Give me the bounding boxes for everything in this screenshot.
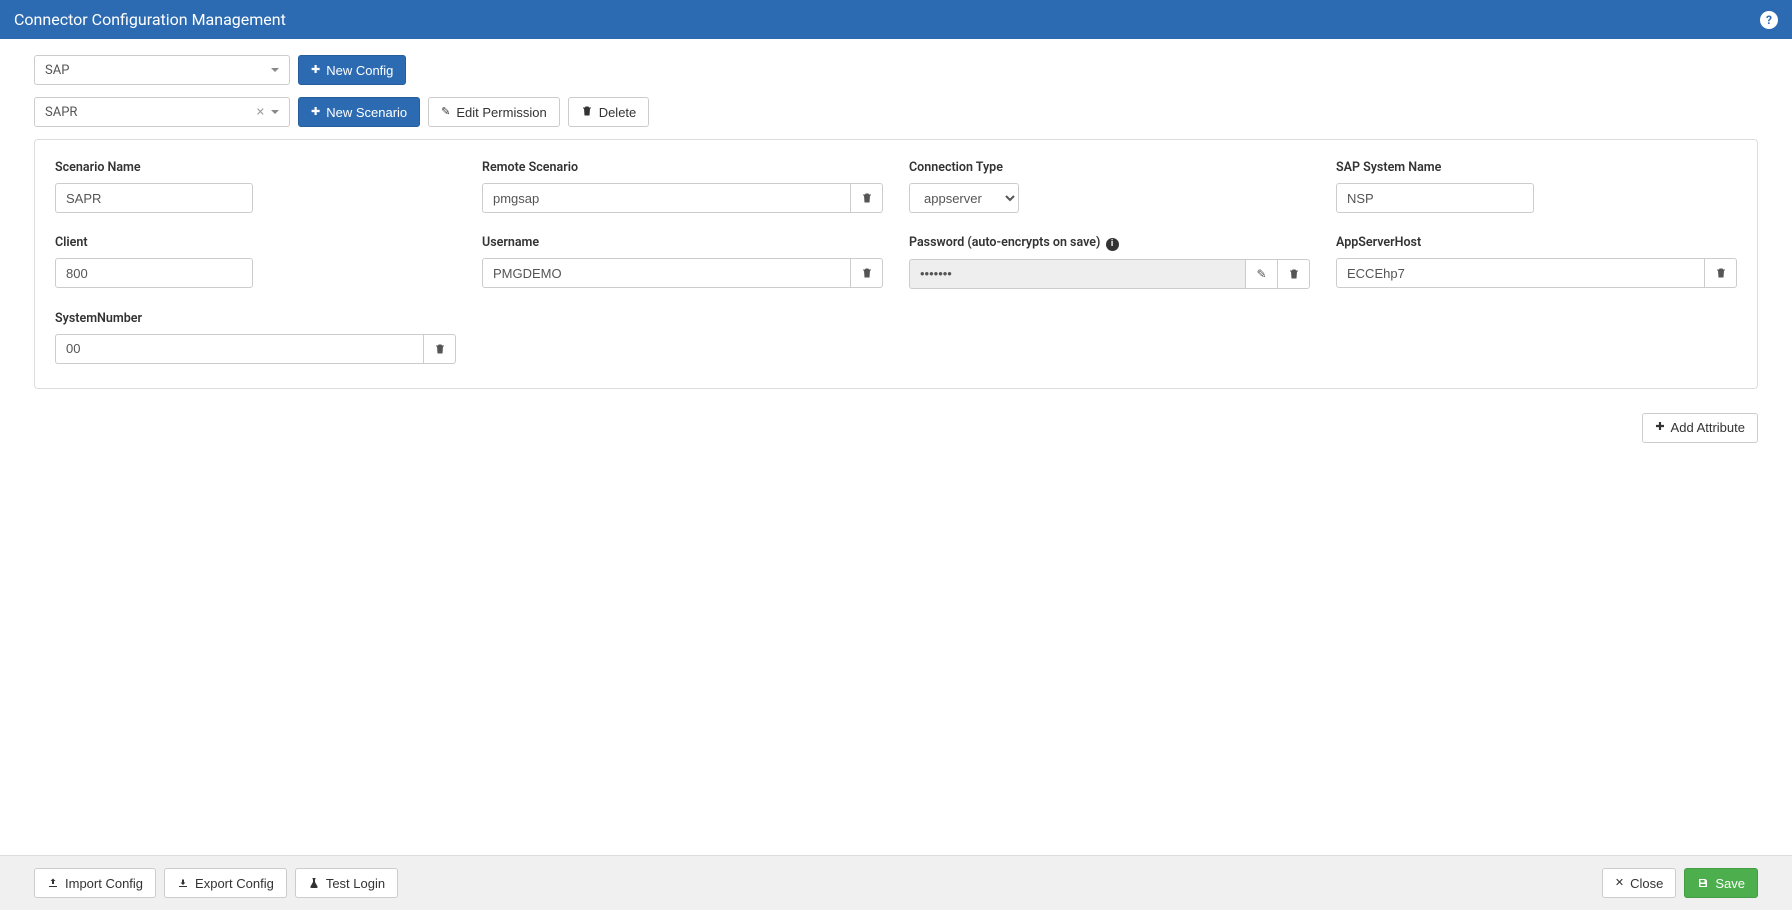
trash-icon [581, 105, 593, 120]
sap-system-name-field: SAP System Name [1336, 160, 1737, 213]
config-toolbar: SAP ✚ New Config [34, 55, 1758, 85]
trash-icon [434, 343, 446, 355]
import-config-button[interactable]: Import Config [34, 868, 156, 898]
scenario-name-field: Scenario Name [55, 160, 456, 213]
scenario-select[interactable]: SAPR ✕ [34, 97, 290, 127]
delete-label: Delete [599, 105, 637, 120]
new-scenario-label: New Scenario [326, 105, 407, 120]
flask-icon [308, 877, 320, 889]
app-server-host-input[interactable] [1336, 258, 1705, 288]
import-config-label: Import Config [65, 876, 143, 891]
client-input[interactable] [55, 258, 253, 288]
connection-type-label: Connection Type [909, 160, 1310, 175]
password-delete-button[interactable] [1278, 259, 1310, 289]
plus-icon: ✚ [1655, 422, 1664, 433]
client-field: Client [55, 235, 456, 289]
edit-permission-label: Edit Permission [456, 105, 546, 120]
help-icon[interactable]: ? [1760, 11, 1778, 29]
add-attribute-row: ✚ Add Attribute [34, 413, 1758, 443]
pencil-icon: ✎ [441, 107, 450, 118]
save-label: Save [1715, 876, 1745, 891]
password-input[interactable] [909, 259, 1246, 289]
close-icon: ✕ [1615, 878, 1624, 889]
save-button[interactable]: Save [1684, 868, 1758, 898]
new-config-button[interactable]: ✚ New Config [298, 55, 406, 85]
config-select[interactable]: SAP [34, 55, 290, 85]
test-login-label: Test Login [326, 876, 385, 891]
config-select-value: SAP [45, 63, 69, 78]
page-header: Connector Configuration Management ? [0, 0, 1792, 39]
username-field: Username [482, 235, 883, 289]
save-icon [1697, 877, 1709, 889]
scenario-panel: Scenario Name Remote Scenario Connection… [34, 139, 1758, 389]
footer-left: Import Config Export Config Test Login [34, 868, 398, 898]
page-title: Connector Configuration Management [14, 10, 286, 29]
trash-icon [1288, 268, 1300, 280]
trash-icon [861, 192, 873, 204]
username-input[interactable] [482, 258, 851, 288]
close-button[interactable]: ✕ Close [1602, 868, 1676, 898]
delete-button[interactable]: Delete [568, 97, 650, 127]
new-config-label: New Config [326, 63, 393, 78]
trash-icon [1715, 267, 1727, 279]
edit-permission-button[interactable]: ✎ Edit Permission [428, 97, 560, 127]
export-config-button[interactable]: Export Config [164, 868, 287, 898]
client-label: Client [55, 235, 456, 250]
plus-icon: ✚ [311, 65, 320, 76]
remote-scenario-delete-button[interactable] [851, 183, 883, 213]
export-config-label: Export Config [195, 876, 274, 891]
app-server-host-label: AppServerHost [1336, 235, 1737, 250]
sap-system-name-input[interactable] [1336, 183, 1534, 213]
fields-grid: Scenario Name Remote Scenario Connection… [55, 160, 1737, 364]
content-area: SAP ✚ New Config SAPR ✕ ✚ New Scenario ✎… [0, 39, 1792, 543]
chevron-down-icon [271, 110, 279, 114]
test-login-button[interactable]: Test Login [295, 868, 398, 898]
footer: Import Config Export Config Test Login ✕… [0, 855, 1792, 910]
remote-scenario-label: Remote Scenario [482, 160, 883, 175]
new-scenario-button[interactable]: ✚ New Scenario [298, 97, 420, 127]
close-label: Close [1630, 876, 1663, 891]
scenario-toolbar: SAPR ✕ ✚ New Scenario ✎ Edit Permission … [34, 97, 1758, 127]
username-delete-button[interactable] [851, 258, 883, 288]
remote-scenario-field: Remote Scenario [482, 160, 883, 213]
pencil-icon: ✎ [1256, 267, 1266, 281]
system-number-label: SystemNumber [55, 311, 456, 326]
sap-system-name-label: SAP System Name [1336, 160, 1737, 175]
trash-icon [861, 267, 873, 279]
clear-scenario-icon[interactable]: ✕ [256, 106, 265, 119]
add-attribute-label: Add Attribute [1671, 420, 1745, 435]
password-label: Password (auto-encrypts on save) i [909, 235, 1310, 251]
info-icon[interactable]: i [1106, 238, 1119, 251]
add-attribute-button[interactable]: ✚ Add Attribute [1642, 413, 1758, 443]
upload-icon [47, 877, 59, 889]
system-number-delete-button[interactable] [424, 334, 456, 364]
app-server-host-field: AppServerHost [1336, 235, 1737, 289]
system-number-field: SystemNumber [55, 311, 456, 364]
chevron-down-icon [271, 68, 279, 72]
plus-icon: ✚ [311, 107, 320, 118]
username-label: Username [482, 235, 883, 250]
app-server-host-delete-button[interactable] [1705, 258, 1737, 288]
connection-type-field: Connection Type appserver [909, 160, 1310, 213]
download-icon [177, 877, 189, 889]
scenario-name-label: Scenario Name [55, 160, 456, 175]
footer-right: ✕ Close Save [1602, 868, 1758, 898]
system-number-input[interactable] [55, 334, 424, 364]
scenario-name-input[interactable] [55, 183, 253, 213]
connection-type-select[interactable]: appserver [909, 183, 1019, 213]
password-field: Password (auto-encrypts on save) i ✎ [909, 235, 1310, 289]
password-edit-button[interactable]: ✎ [1246, 259, 1278, 289]
remote-scenario-input[interactable] [482, 183, 851, 213]
scenario-select-value: SAPR [45, 105, 77, 120]
